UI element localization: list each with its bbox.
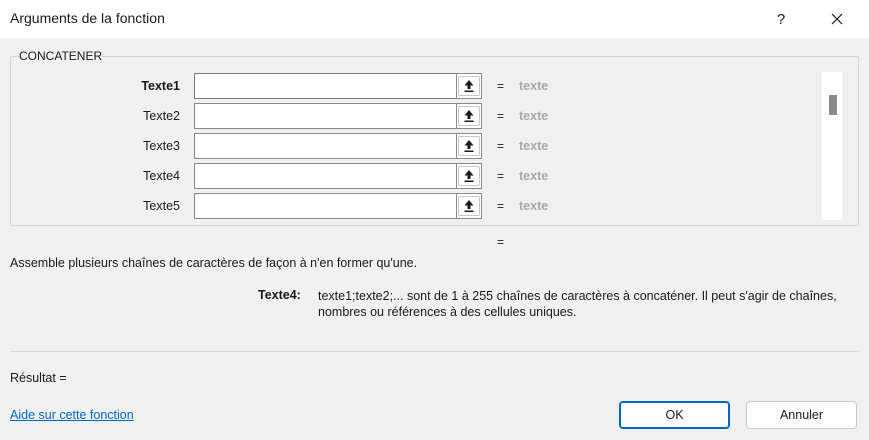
- formula-result-equals: =: [497, 235, 505, 249]
- argument-input-texte4[interactable]: [194, 163, 456, 189]
- argument-input-texte1[interactable]: [194, 73, 456, 99]
- argument-row-texte5: Texte5 = texte: [0, 193, 869, 219]
- collapse-button[interactable]: [456, 133, 482, 159]
- argument-row-texte1: Texte1 = texte: [0, 73, 869, 99]
- collapse-button[interactable]: [456, 163, 482, 189]
- question-mark-icon: ?: [776, 10, 786, 28]
- help-on-function-link[interactable]: Aide sur cette fonction: [10, 408, 134, 422]
- argument-input-texte5[interactable]: [194, 193, 456, 219]
- argument-label: Texte5: [143, 199, 180, 213]
- collapse-button[interactable]: [456, 193, 482, 219]
- argument-result: texte: [519, 169, 549, 183]
- argument-equals: =: [497, 199, 505, 213]
- collapse-dialog-arrow-icon: [464, 80, 474, 92]
- argument-result: texte: [519, 79, 549, 93]
- argument-result: texte: [519, 109, 549, 123]
- scrollbar-thumb[interactable]: [829, 95, 837, 115]
- cancel-button[interactable]: Annuler: [746, 401, 857, 429]
- argument-result: texte: [519, 139, 549, 153]
- collapse-dialog-arrow-icon: [464, 140, 474, 152]
- argument-result: texte: [519, 199, 549, 213]
- argument-equals: =: [497, 139, 505, 153]
- help-button[interactable]: ?: [758, 4, 804, 34]
- argument-row-texte3: Texte3 = texte: [0, 133, 869, 159]
- collapse-button[interactable]: [456, 73, 482, 99]
- function-description: Assemble plusieurs chaînes de caractères…: [10, 256, 418, 270]
- argument-label: Texte3: [143, 139, 180, 153]
- argument-equals: =: [497, 169, 505, 183]
- collapse-dialog-arrow-icon: [464, 170, 474, 182]
- argument-input-texte3[interactable]: [194, 133, 456, 159]
- divider: [10, 351, 859, 352]
- argument-row-texte4: Texte4 = texte: [0, 163, 869, 189]
- argument-row-texte2: Texte2 = texte: [0, 103, 869, 129]
- argument-label: Texte2: [143, 109, 180, 123]
- argument-help-name: Texte4:: [258, 288, 301, 302]
- argument-label: Texte1: [141, 79, 180, 93]
- ok-button[interactable]: OK: [619, 401, 730, 429]
- title-bar: Arguments de la fonction ?: [0, 0, 869, 38]
- function-name: CONCATENER: [19, 49, 103, 63]
- argument-equals: =: [497, 109, 505, 123]
- collapse-dialog-arrow-icon: [464, 110, 474, 122]
- close-icon: [831, 13, 843, 25]
- collapse-button[interactable]: [456, 103, 482, 129]
- close-button[interactable]: [814, 4, 860, 34]
- argument-label: Texte4: [143, 169, 180, 183]
- result-label: Résultat =: [10, 371, 67, 385]
- collapse-dialog-arrow-icon: [464, 200, 474, 212]
- argument-help-text: texte1;texte2;... sont de 1 à 255 chaîne…: [318, 289, 837, 319]
- argument-equals: =: [497, 79, 505, 93]
- dialog-title: Arguments de la fonction: [10, 10, 165, 26]
- argument-input-texte2[interactable]: [194, 103, 456, 129]
